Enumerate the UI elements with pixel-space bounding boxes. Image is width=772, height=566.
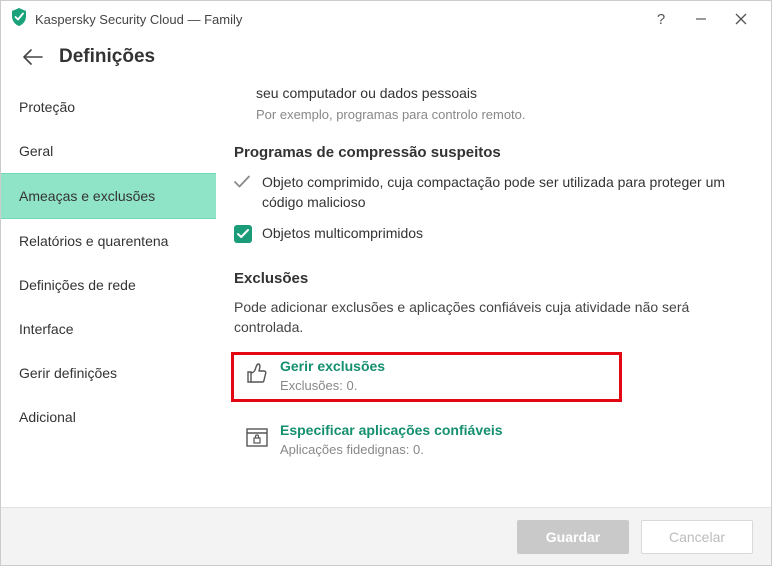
section-exclusions-title: Exclusões — [234, 270, 749, 287]
minimize-button[interactable] — [681, 4, 721, 34]
body: Proteção Geral Ameaças e exclusões Relat… — [1, 85, 771, 507]
window-lock-icon — [234, 422, 280, 457]
cancel-button[interactable]: Cancelar — [641, 520, 753, 554]
thumbs-up-icon — [234, 358, 280, 393]
sidebar: Proteção Geral Ameaças e exclusões Relat… — [1, 85, 216, 507]
manage-exclusions-row[interactable]: Gerir exclusões Exclusões: 0. — [234, 355, 619, 399]
sidebar-item-definicoes-rede[interactable]: Definições de rede — [1, 263, 216, 307]
save-button[interactable]: Guardar — [517, 520, 629, 554]
checkbox-checked-icon — [234, 225, 252, 243]
exclusions-description: Pode adicionar exclusões e aplicações co… — [234, 297, 749, 338]
fragment-text: seu computador ou dados pessoais — [256, 85, 749, 101]
check-icon — [234, 175, 252, 192]
trusted-apps-link[interactable]: Especificar aplicações confiáveis — [280, 422, 503, 438]
help-button[interactable]: ? — [641, 4, 681, 34]
sidebar-item-geral[interactable]: Geral — [1, 129, 216, 173]
app-shield-icon — [11, 8, 27, 31]
section-compression-title: Programas de compressão suspeitos — [234, 144, 749, 161]
close-button[interactable] — [721, 4, 761, 34]
content-pane: seu computador ou dados pessoais Por exe… — [216, 85, 771, 507]
sidebar-item-relatorios-quarentena[interactable]: Relatórios e quarentena — [1, 219, 216, 263]
page-title: Definições — [59, 46, 155, 68]
trusted-apps-row[interactable]: Especificar aplicações confiáveis Aplica… — [234, 419, 749, 463]
manage-exclusions-count: Exclusões: 0. — [280, 378, 385, 393]
sidebar-item-protecao[interactable]: Proteção — [1, 85, 216, 129]
check-label: Objeto comprimido, cuja compactação pode… — [262, 173, 749, 212]
footer: Guardar Cancelar — [1, 507, 771, 565]
check-row-multicompressed[interactable]: Objetos multicomprimidos — [234, 224, 749, 244]
back-button[interactable] — [19, 43, 47, 71]
trusted-apps-count: Aplicações fidedignas: 0. — [280, 442, 503, 457]
fragment-example: Por exemplo, programas para controlo rem… — [256, 107, 749, 122]
sidebar-item-adicional[interactable]: Adicional — [1, 395, 216, 439]
sidebar-item-interface[interactable]: Interface — [1, 307, 216, 351]
app-title: Kaspersky Security Cloud — Family — [35, 12, 641, 27]
sidebar-item-gerir-definicoes[interactable]: Gerir definições — [1, 351, 216, 395]
titlebar: Kaspersky Security Cloud — Family ? — [1, 1, 771, 37]
header: Definições — [1, 37, 771, 85]
sidebar-item-ameacas-exclusoes[interactable]: Ameaças e exclusões — [1, 173, 216, 219]
check-row-compressed-object[interactable]: Objeto comprimido, cuja compactação pode… — [234, 173, 749, 212]
manage-exclusions-link[interactable]: Gerir exclusões — [280, 358, 385, 374]
check-label: Objetos multicomprimidos — [262, 224, 423, 244]
